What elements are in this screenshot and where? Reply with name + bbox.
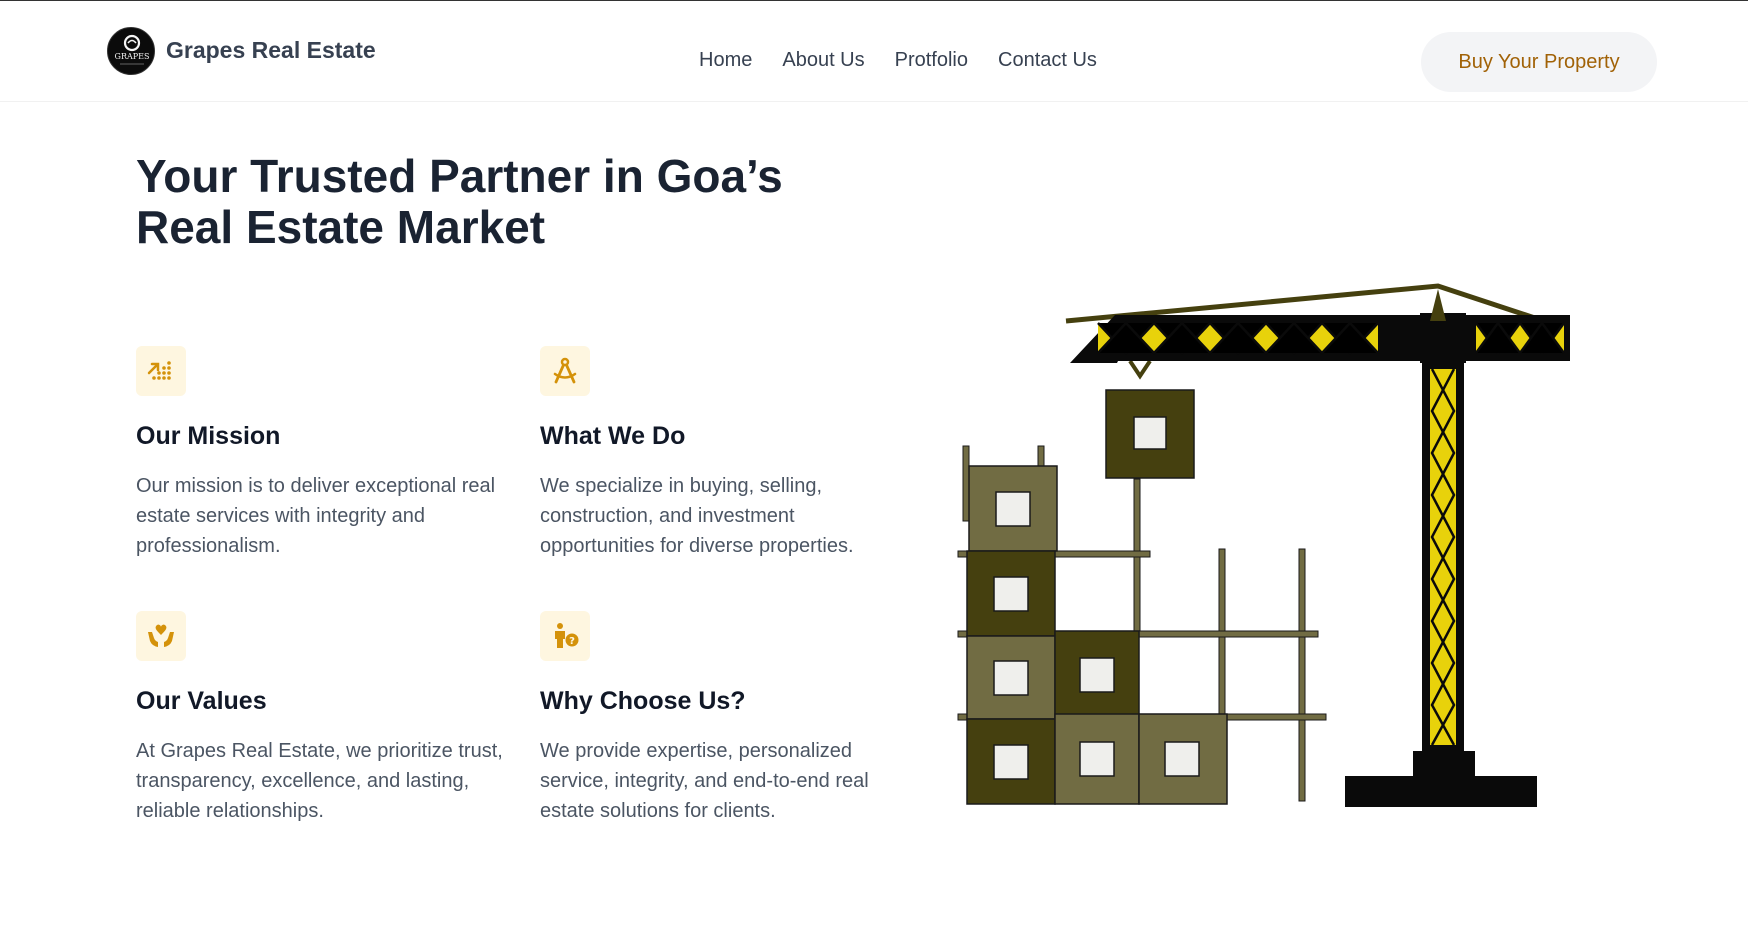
nav-about-us[interactable]: About Us — [782, 49, 864, 72]
grapes-logo[interactable]: GRAPES — [107, 27, 155, 75]
person-question-icon: ? — [540, 611, 590, 661]
nav-home[interactable]: Home — [699, 49, 752, 72]
feature-text: We specialize in buying, selling, constr… — [540, 475, 854, 557]
page-title-line2: Real Estate Market — [136, 201, 546, 253]
growth-chart-icon — [136, 346, 186, 396]
feature-title: Our Mission — [136, 422, 281, 450]
page-title-line1: Your Trusted Partner in Goa’s — [136, 150, 783, 202]
feature-title: What We Do — [540, 422, 686, 450]
svg-text:GRAPES: GRAPES — [115, 52, 150, 61]
feature-our-mission: Our Mission Our mission is to deliver ex… — [136, 346, 506, 557]
brand[interactable]: GRAPES Grapes Real Estate — [107, 27, 376, 75]
site-header: GRAPES Grapes Real Estate Home About Us … — [0, 1, 1748, 102]
main-nav: Home About Us Protfolio Contact Us — [699, 49, 1127, 72]
nav-portfolio[interactable]: Protfolio — [895, 49, 968, 72]
page-title: Your Trusted Partner in Goa’s Real Estat… — [136, 151, 896, 253]
feature-title: Our Values — [136, 687, 267, 715]
nav-contact-us[interactable]: Contact Us — [998, 49, 1097, 72]
feature-text: At Grapes Real Estate, we prioritize tru… — [136, 740, 503, 822]
svg-text:?: ? — [569, 636, 575, 647]
construction-crane-illustration — [957, 283, 1570, 807]
feature-our-values: Our Values At Grapes Real Estate, we pri… — [136, 611, 506, 822]
brand-name[interactable]: Grapes Real Estate — [166, 37, 376, 64]
feature-text: Our mission is to deliver exceptional re… — [136, 475, 496, 557]
feature-title: Why Choose Us? — [540, 687, 746, 715]
logo-mark: GRAPES — [115, 34, 150, 65]
hands-heart-icon — [136, 611, 186, 661]
drafting-compass-icon — [540, 346, 590, 396]
feature-what-we-do: What We Do We specialize in buying, sell… — [540, 346, 910, 557]
feature-text: We provide expertise, personalized servi… — [540, 740, 869, 822]
buy-your-property-button[interactable]: Buy Your Property — [1421, 32, 1657, 92]
feature-why-choose-us: ? Why Choose Us? We provide expertise, p… — [540, 611, 910, 822]
